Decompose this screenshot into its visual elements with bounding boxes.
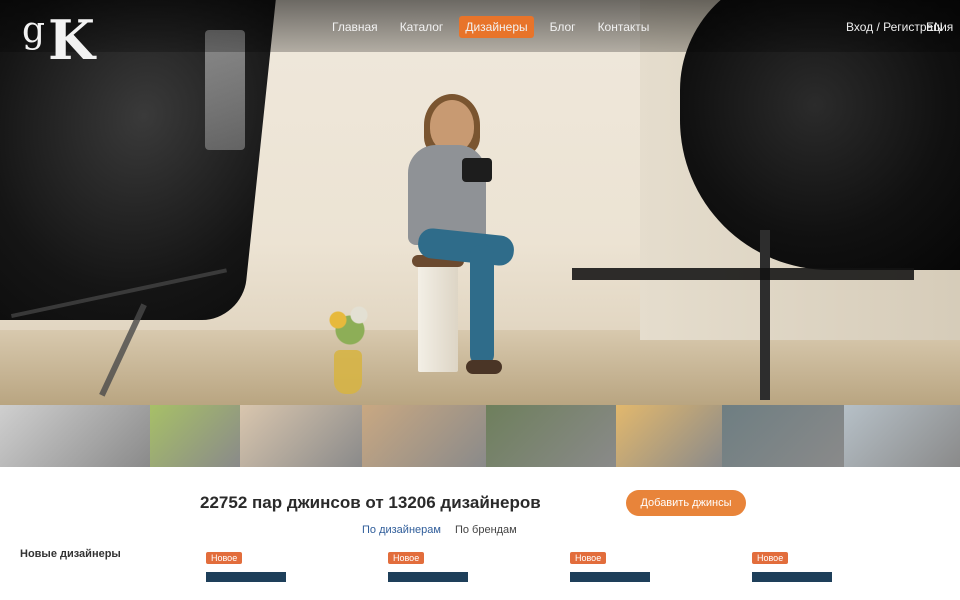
page-headline: 22752 пар джинсов от 13206 дизайнеров <box>200 493 541 512</box>
thumbnail[interactable] <box>616 405 722 467</box>
thumbnail[interactable] <box>150 405 240 467</box>
nav-item-catalog[interactable]: Каталог <box>394 16 450 38</box>
card-badge: Новое <box>206 552 243 564</box>
hero-caption <box>572 268 914 280</box>
thumbnail[interactable] <box>486 405 616 467</box>
card-badge: Новое <box>570 552 607 564</box>
flowers <box>320 300 380 350</box>
nav-item-designers[interactable]: Дизайнеры <box>459 16 534 38</box>
language-switch[interactable]: EN <box>926 20 943 34</box>
card-image[interactable] <box>570 572 650 582</box>
nav-item-contacts[interactable]: Контакты <box>592 16 656 38</box>
listing-tabs: По дизайнерам По брендам <box>362 524 517 536</box>
thumbnail-strip <box>0 405 960 467</box>
light-stand-right <box>760 230 770 400</box>
card-badge: Новое <box>752 552 789 564</box>
sidebar-title: Новые дизайнеры <box>20 548 121 560</box>
nav-item-blog[interactable]: Блог <box>544 16 582 38</box>
logo-letter-k: K <box>48 8 95 72</box>
model-shoe <box>466 360 502 374</box>
card-badge: Новое <box>388 552 425 564</box>
headline-row: 22752 пар джинсов от 13206 дизайнеров До… <box>0 488 960 520</box>
listing-card[interactable]: Новое <box>752 548 912 582</box>
thumbnail[interactable] <box>240 405 362 467</box>
hero-banner: g K Главная Каталог Дизайнеры Блог Конта… <box>0 0 960 405</box>
thumbnail[interactable] <box>722 405 844 467</box>
card-image[interactable] <box>388 572 468 582</box>
vase <box>334 350 362 394</box>
tab-by-brands[interactable]: По брендам <box>455 524 517 536</box>
listing-card[interactable]: Новое <box>570 548 730 582</box>
tab-by-designers[interactable]: По дизайнерам <box>362 524 441 536</box>
sidebar: Новые дизайнеры <box>20 548 180 564</box>
thumbnail[interactable] <box>362 405 486 467</box>
card-image[interactable] <box>752 572 832 582</box>
model-leg-lower <box>470 245 494 365</box>
listing-card[interactable]: Новое <box>206 548 366 582</box>
logo-letter-g: g <box>22 10 46 51</box>
nav-item-home[interactable]: Главная <box>326 16 384 38</box>
site-logo[interactable]: g K <box>18 8 118 76</box>
add-jeans-button[interactable]: Добавить джинсы <box>626 490 746 516</box>
camera <box>462 158 492 182</box>
thumbnail[interactable] <box>0 405 150 467</box>
stool <box>418 262 458 372</box>
thumbnail[interactable] <box>844 405 960 467</box>
listing-card[interactable]: Новое <box>388 548 548 582</box>
card-image[interactable] <box>206 572 286 582</box>
main-nav: Главная Каталог Дизайнеры Блог Контакты <box>326 16 655 38</box>
